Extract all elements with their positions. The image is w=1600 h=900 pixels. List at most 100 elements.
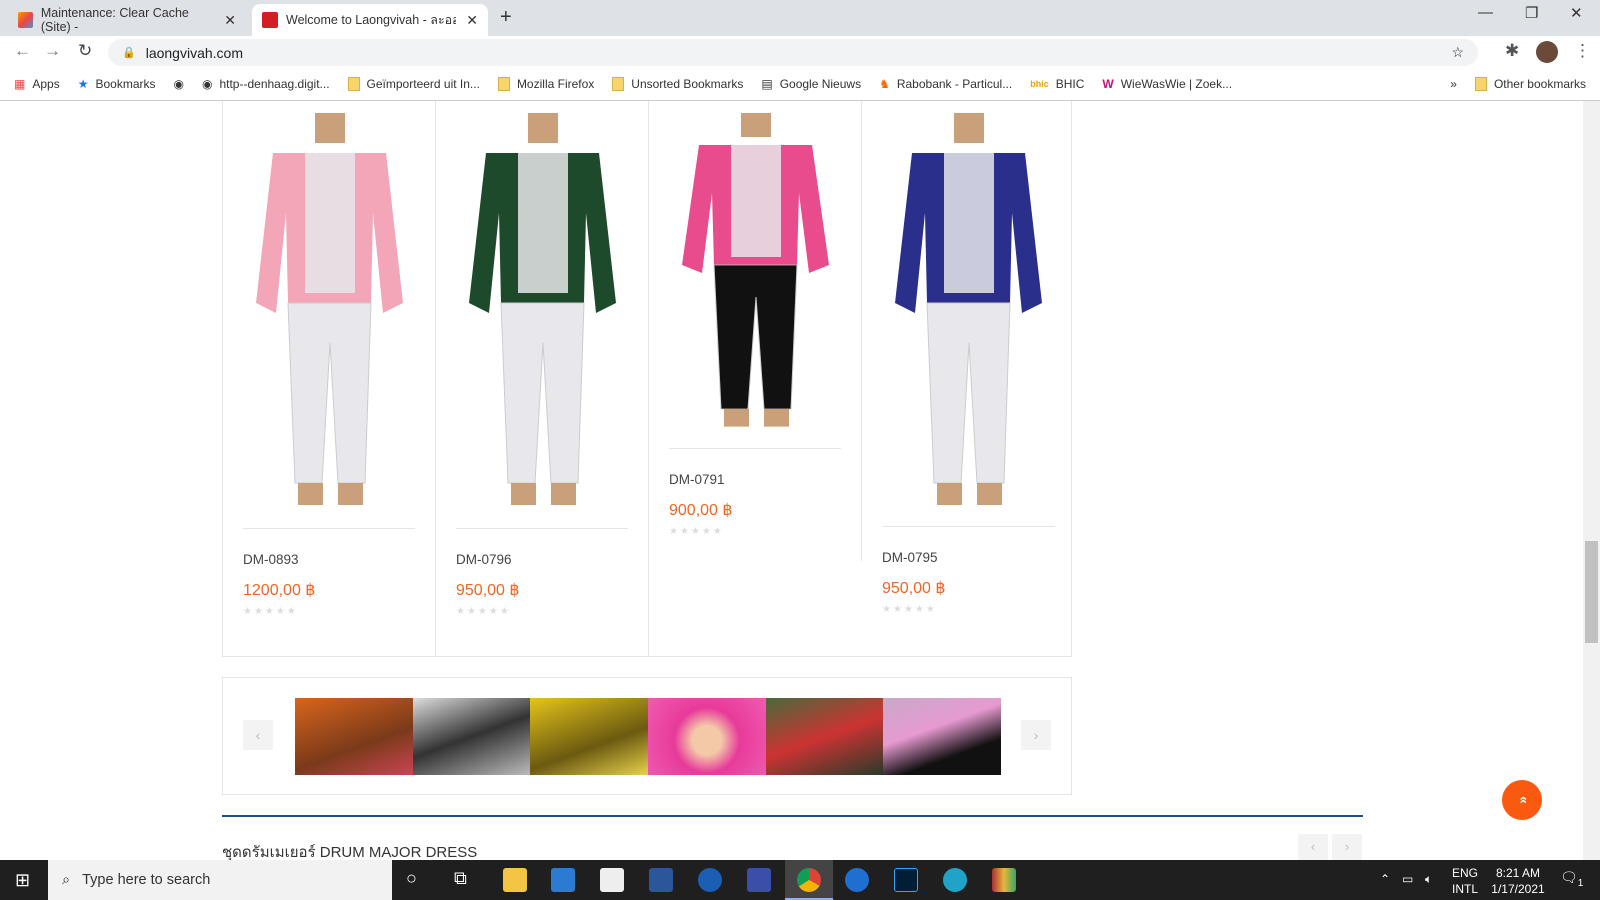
windows-start-icon[interactable]: ⊞ [15, 870, 30, 891]
bookmark-folder-imported[interactable]: Geïmporteerd uit In... [347, 77, 480, 91]
costume-illustration [256, 113, 403, 505]
product-price: 900,00 ฿ [669, 502, 733, 519]
bookmark-rabobank[interactable]: ♞ Rabobank - Particul... [879, 77, 1012, 91]
scrollbar-thumb[interactable] [1585, 541, 1598, 643]
gallery-image[interactable] [295, 698, 413, 775]
product-card[interactable]: DM-0893 1200,00 ฿ ★★★★★ [223, 101, 436, 657]
new-tab-button[interactable]: + [500, 6, 512, 29]
page-content: DM-0893 1200,00 ฿ ★★★★★ DM-0796 950,00 ฿… [0, 101, 1583, 860]
carousel-prev-button[interactable]: ‹ [243, 720, 273, 750]
mail-icon[interactable] [600, 868, 624, 892]
address-bar[interactable]: 🔒 laongvivah.com ☆ [108, 39, 1478, 66]
clock[interactable]: 8:21 AM 1/17/2021 [1490, 865, 1546, 897]
globe-icon: ◉ [201, 77, 213, 91]
product-image[interactable] [243, 113, 416, 513]
winrar-icon[interactable] [992, 868, 1016, 892]
product-price: 950,00 ฿ [456, 582, 520, 599]
product-price: 1200,00 ฿ [243, 582, 316, 599]
folder-icon [497, 77, 510, 91]
app-moon-icon[interactable] [698, 868, 722, 892]
save-app-icon[interactable] [747, 868, 771, 892]
product-code[interactable]: DM-0791 [669, 472, 725, 487]
news-icon: ▤ [761, 77, 773, 91]
bookmark-label: BHIC [1055, 77, 1085, 91]
back-icon[interactable]: ← [14, 41, 31, 61]
reload-icon[interactable]: ↻ [78, 41, 92, 61]
product-code[interactable]: DM-0795 [882, 550, 938, 565]
date: 1/17/2021 [1491, 882, 1545, 896]
bookmark-folder-unsorted[interactable]: Unsorted Bookmarks [612, 77, 743, 91]
star-icon[interactable]: ☆ [1451, 44, 1464, 61]
word-icon[interactable] [649, 868, 673, 892]
bookmarks-bar: ▦ Apps ★ Bookmarks ◉ ◉ http--denhaag.digit.… [0, 68, 1600, 101]
gallery-image[interactable] [412, 698, 531, 775]
product-image[interactable] [669, 113, 842, 433]
more-bookmarks-button[interactable]: » [1450, 77, 1457, 91]
back-to-top-button[interactable]: » [1502, 780, 1542, 820]
store-icon[interactable] [551, 868, 575, 892]
forward-icon[interactable]: → [44, 41, 61, 61]
cortana-icon[interactable]: ○ [406, 868, 417, 889]
bookmark-other[interactable]: Other bookmarks [1474, 77, 1586, 91]
bookmark-label: http--denhaag.digit... [219, 77, 330, 91]
task-view-icon[interactable]: ⧉ [454, 868, 467, 889]
chrome-taskbar-button[interactable] [785, 860, 833, 900]
bookmark-globe[interactable]: ◉ [174, 77, 184, 91]
costume-illustration [469, 113, 616, 505]
section-prev-button[interactable]: ‹ [1298, 834, 1328, 860]
photoshop-icon[interactable] [894, 868, 918, 892]
gallery-image[interactable] [765, 698, 884, 775]
bookmark-bookmarks[interactable]: ★ Bookmarks [78, 77, 156, 91]
product-image[interactable] [456, 113, 629, 513]
product-card[interactable]: DM-0795 950,00 ฿ ★★★★★ [862, 101, 1075, 657]
close-window-button[interactable]: ✕ [1570, 4, 1583, 22]
lang-label: ENG [1452, 866, 1479, 880]
product-card[interactable]: DM-0796 950,00 ฿ ★★★★★ [436, 101, 649, 657]
section-next-button[interactable]: › [1332, 834, 1362, 860]
close-tab-icon[interactable]: ✕ [224, 12, 236, 29]
tab-title: Welcome to Laongvivah - ละอองฯ [286, 13, 456, 27]
network-icon[interactable]: ▭ [1402, 871, 1413, 887]
carousel-next-button[interactable]: › [1021, 720, 1051, 750]
layout-label: INTL [1452, 882, 1479, 896]
taskbar-search[interactable]: ⌕ Type here to search [48, 860, 392, 900]
restore-button[interactable]: ❐ [1525, 4, 1538, 22]
tab-laongvivah[interactable]: Welcome to Laongvivah - ละอองฯ ✕ [252, 4, 488, 36]
product-code[interactable]: DM-0796 [456, 552, 512, 567]
bookmark-denhaag[interactable]: ◉ http--denhaag.digit... [202, 77, 330, 91]
tab-maintenance[interactable]: Maintenance: Clear Cache (Site) - ✕ [8, 4, 246, 36]
section-heading: ชุดดรัมเมเยอร์ DRUM MAJOR DRESS [222, 844, 478, 860]
product-code[interactable]: DM-0893 [243, 552, 299, 567]
gallery-image[interactable] [648, 698, 766, 775]
search-placeholder: Type here to search [82, 872, 211, 888]
divider [882, 526, 1055, 527]
minimize-button[interactable]: — [1478, 4, 1493, 21]
bookmark-bhic[interactable]: bhic BHIC [1030, 77, 1084, 91]
folder-icon [347, 77, 360, 91]
product-card[interactable]: DM-0791 900,00 ฿ ★★★★★ [649, 101, 862, 561]
scrollbar[interactable] [1583, 101, 1600, 860]
app-camera-icon[interactable] [943, 868, 967, 892]
gallery-image[interactable] [883, 698, 1002, 775]
extensions-icon[interactable]: ✱ [1505, 41, 1519, 61]
file-explorer-icon[interactable] [503, 868, 527, 892]
bookmark-label: Apps [32, 77, 60, 91]
app-bird-icon[interactable] [845, 868, 869, 892]
bookmark-label: Other bookmarks [1493, 77, 1586, 91]
avatar[interactable] [1536, 41, 1558, 63]
volume-icon[interactable]: 🔈︎ [1425, 871, 1432, 887]
language-indicator[interactable]: ENG INTL [1452, 865, 1478, 897]
bookmark-google-news[interactable]: ▤ Google Nieuws [761, 77, 861, 91]
bookmark-label: Rabobank - Particul... [896, 77, 1013, 91]
product-image[interactable] [882, 113, 1055, 513]
bookmark-wiewaswie[interactable]: W WieWasWie | Zoek... [1102, 77, 1232, 91]
bookmark-label: Unsorted Bookmarks [631, 77, 744, 91]
close-tab-icon[interactable]: ✕ [466, 12, 478, 29]
menu-icon[interactable]: ⋮ [1574, 41, 1591, 61]
notifications-icon[interactable]: 🗨︎1 [1560, 869, 1583, 892]
bookmark-folder-firefox[interactable]: Mozilla Firefox [497, 77, 594, 91]
bookmark-apps[interactable]: ▦ Apps [14, 77, 60, 91]
tray-chevron-icon[interactable]: ⌃ [1380, 871, 1390, 887]
joomla-icon [18, 12, 33, 28]
gallery-image[interactable] [530, 698, 649, 775]
